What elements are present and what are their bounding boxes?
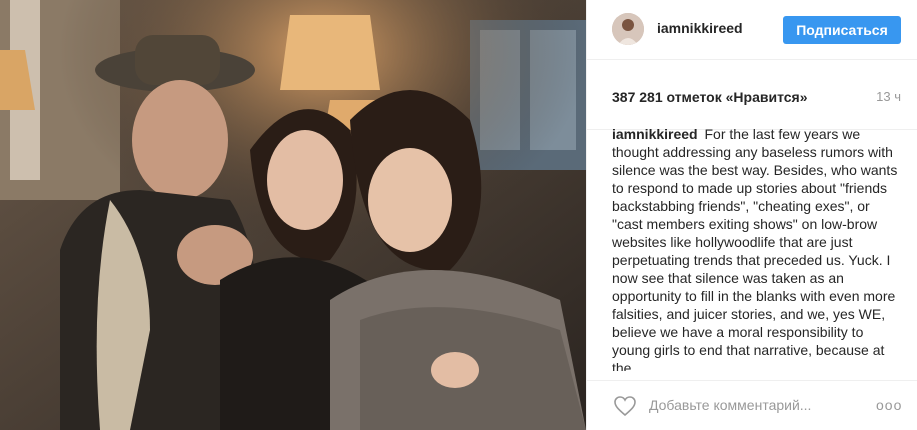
- caption: iamnikkireed For the last few years we t…: [612, 125, 902, 371]
- more-options-icon[interactable]: ooo: [876, 395, 906, 415]
- caption-text: For the last few years we thought addres…: [612, 126, 898, 371]
- caption-author[interactable]: iamnikkireed: [612, 126, 698, 142]
- post-time[interactable]: 13 ч: [876, 89, 901, 104]
- post-header: iamnikkireed Подписаться: [587, 0, 917, 60]
- comment-input[interactable]: [649, 395, 869, 415]
- avatar[interactable]: [612, 13, 644, 45]
- likes-count[interactable]: 387 281 отметок «Нравится»: [612, 89, 808, 105]
- follow-button[interactable]: Подписаться: [783, 16, 901, 44]
- username[interactable]: iamnikkireed: [657, 20, 743, 36]
- heart-icon[interactable]: [613, 395, 637, 417]
- post-photo[interactable]: [0, 0, 586, 430]
- post-side-panel: iamnikkireed Подписаться 387 281 отметок…: [586, 0, 917, 430]
- likes-row: 387 281 отметок «Нравится» 13 ч: [587, 60, 917, 130]
- comment-row: ooo: [587, 380, 917, 430]
